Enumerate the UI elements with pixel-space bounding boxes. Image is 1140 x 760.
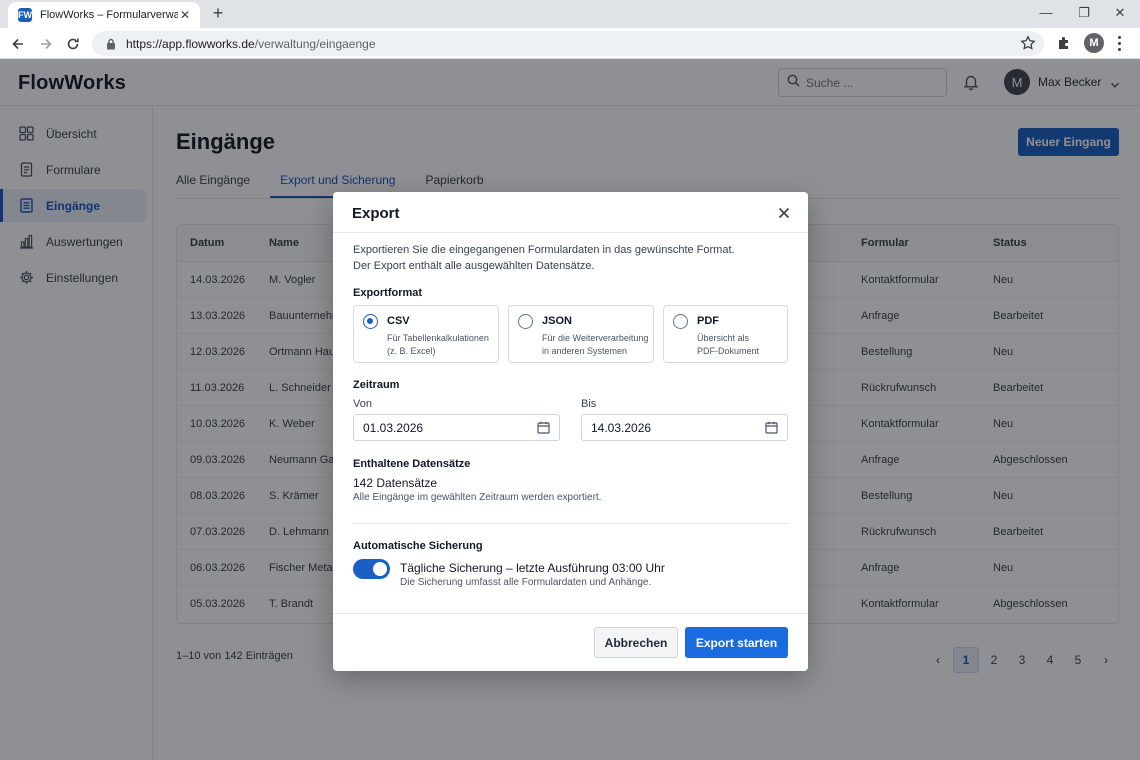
auto-backup-toggle[interactable] <box>353 559 390 579</box>
format-name: JSON <box>542 315 572 327</box>
format-option-csv[interactable]: CSV Für Tabellenkalkulationen (z. B. Exce… <box>353 305 499 363</box>
browser-tab-bar: FW FlowWorks – Formularverwaltung ✕ + — … <box>0 0 1140 28</box>
radio-pdf[interactable] <box>673 314 688 329</box>
records-note: Alle Eingänge im gewählten Zeitraum werd… <box>353 492 602 503</box>
backup-note: Die Sicherung umfasst alle Formulardaten… <box>400 577 652 588</box>
minimize-icon[interactable]: — <box>1036 4 1056 22</box>
to-label: Bis <box>581 398 597 410</box>
calendar-icon[interactable] <box>537 421 550 434</box>
to-date-input[interactable] <box>591 421 741 435</box>
dialog-intro: Exportieren Sie die eingegangenen Formul… <box>353 242 793 274</box>
dialog-title: Export <box>352 205 400 222</box>
url-text: https://app.flowworks.de/verwaltung/eing… <box>126 36 376 51</box>
radio-csv[interactable] <box>363 314 378 329</box>
dialog-header: Export <box>333 192 808 233</box>
forward-arrow-icon[interactable] <box>36 34 56 54</box>
browser-menu-icon[interactable] <box>1114 34 1124 52</box>
records-count: 142 Datensätze <box>353 476 438 490</box>
favicon-icon: FW <box>18 8 32 22</box>
format-description: Übersicht als PDF-Dokument <box>697 333 760 356</box>
calendar-icon[interactable] <box>765 421 778 434</box>
format-description: Für Tabellenkalkulationen (z. B. Excel) <box>387 333 489 356</box>
auto-backup-label: Automatische Sicherung <box>353 540 483 552</box>
backup-schedule-text: Tägliche Sicherung – letzte Ausführung 0… <box>400 561 665 575</box>
close-icon[interactable] <box>776 205 792 221</box>
radio-json[interactable] <box>518 314 533 329</box>
format-option-json[interactable]: JSON Für die Weiterverarbeitung in andere… <box>508 305 654 363</box>
export-format-label: Exportformat <box>353 287 423 299</box>
time-range-label: Zeitraum <box>353 379 400 391</box>
from-date-field[interactable] <box>353 414 560 441</box>
bookmark-star-icon[interactable] <box>1020 35 1036 51</box>
format-name: PDF <box>697 315 719 327</box>
intro-line: Der Export enthält alle ausgewählten Dat… <box>353 260 595 272</box>
to-date-field[interactable] <box>581 414 788 441</box>
intro-line: Exportieren Sie die eingegangenen Formul… <box>353 244 735 256</box>
cancel-button[interactable]: Abbrechen <box>594 627 678 658</box>
restore-icon[interactable]: ❐ <box>1074 4 1094 22</box>
format-name: CSV <box>387 315 410 327</box>
dialog-footer-divider <box>333 613 808 614</box>
start-export-button[interactable]: Export starten <box>685 627 788 658</box>
tab-title: FlowWorks – Formularverwaltung <box>40 9 178 21</box>
records-label: Enthaltene Datensätze <box>353 458 471 470</box>
tab-close-icon[interactable]: ✕ <box>178 8 192 22</box>
browser-tab[interactable]: FW FlowWorks – Formularverwaltung ✕ <box>8 2 200 28</box>
reload-icon[interactable] <box>63 34 83 54</box>
browser-toolbar: https://app.flowworks.de/verwaltung/eing… <box>0 28 1140 59</box>
browser-profile-avatar[interactable]: M <box>1084 33 1104 53</box>
new-tab-plus-icon[interactable]: + <box>208 4 228 23</box>
address-bar[interactable]: https://app.flowworks.de/verwaltung/eing… <box>92 31 1044 56</box>
section-divider <box>353 523 788 524</box>
back-arrow-icon[interactable] <box>8 34 28 54</box>
format-description: Für die Weiterverarbeitung in anderen Sys… <box>542 333 649 356</box>
lock-icon <box>104 37 118 51</box>
extensions-puzzle-icon[interactable] <box>1056 35 1072 51</box>
from-date-input[interactable] <box>363 421 513 435</box>
from-label: Von <box>353 398 372 410</box>
window-close-icon[interactable]: ✕ <box>1110 4 1130 22</box>
export-dialog: Export Exportieren Sie die eingegangenen… <box>333 192 808 671</box>
format-option-pdf[interactable]: PDF Übersicht als PDF-Dokument <box>663 305 788 363</box>
